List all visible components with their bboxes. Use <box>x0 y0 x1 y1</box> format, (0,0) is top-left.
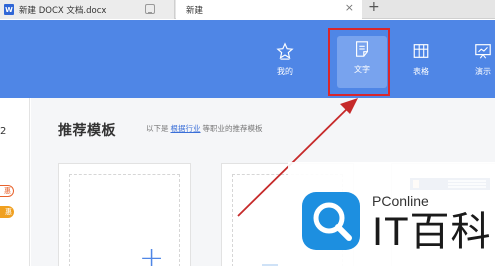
tab-new[interactable]: 新建 × <box>176 0 362 19</box>
left-panel-badge[interactable]: 惠 <box>0 185 14 197</box>
left-panel-badge-filled[interactable]: 惠 <box>0 206 14 218</box>
tab-bar: W 新建 DOCX 文档.docx 新建 × + <box>0 0 495 19</box>
table-icon <box>413 44 429 58</box>
tab-document[interactable]: W 新建 DOCX 文档.docx <box>0 0 175 19</box>
tab-pin-icon[interactable] <box>145 4 155 14</box>
toolbar-presentation-label: 演示 <box>475 67 491 76</box>
toolbar-table-label: 表格 <box>413 67 429 76</box>
hint-prefix: 以下是 <box>146 124 169 133</box>
hint-suffix: 等职业的推荐模板 <box>202 124 263 133</box>
tab-document-label: 新建 DOCX 文档.docx <box>19 5 107 16</box>
star-icon <box>276 42 294 60</box>
template-hint: 以下是 根据行业 等职业的推荐模板 <box>146 123 263 134</box>
text-button-highlight-box <box>328 28 390 96</box>
tab-new-label: 新建 <box>186 5 204 16</box>
plus-icon: + <box>139 241 165 266</box>
wps-document-icon: W <box>4 4 14 15</box>
left-panel: 2 惠 惠 <box>0 98 30 266</box>
new-document-header: 我的 文字 表格 演示 <box>0 20 495 98</box>
toolbar-table-button[interactable]: 表格 <box>396 20 446 98</box>
section-title: 推荐模板 <box>58 123 116 139</box>
industry-link[interactable]: 根据行业 <box>171 124 201 133</box>
new-tab-button[interactable]: + <box>368 0 380 15</box>
toolbar-mine-label: 我的 <box>277 67 293 76</box>
tab-close-icon[interactable]: × <box>345 1 354 14</box>
pconline-logo-icon <box>302 192 360 250</box>
toolbar-presentation-button[interactable]: 演示 <box>458 20 495 98</box>
left-panel-number: 2 <box>0 126 7 137</box>
watermark-brand-small: PConline <box>372 193 429 209</box>
presentation-icon <box>475 44 491 59</box>
blank-template-card[interactable]: + <box>58 163 191 266</box>
toolbar-mine-button[interactable]: 我的 <box>260 20 310 98</box>
watermark-brand-big: IT百科 <box>372 210 492 254</box>
